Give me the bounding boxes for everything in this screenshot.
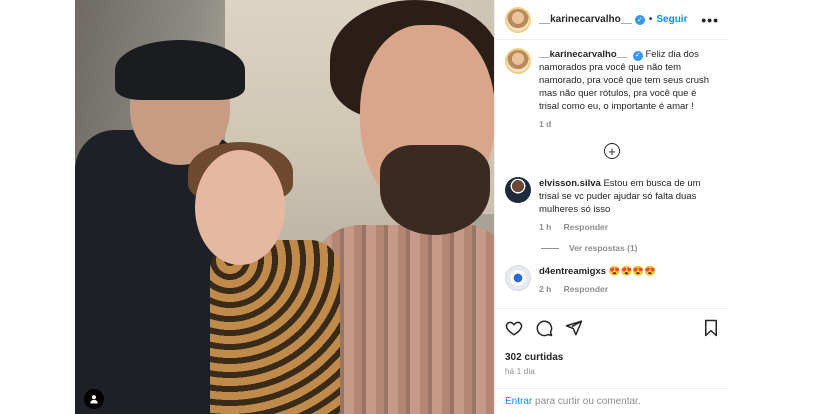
post-photo[interactable] [75, 0, 494, 414]
caption-avatar[interactable] [505, 48, 531, 74]
comment-age: 1 h [539, 222, 552, 232]
separator-dot: • [648, 14, 653, 25]
login-prompt: Entrar para curtir ou comentar. [495, 388, 729, 414]
reply-button[interactable]: Responder [564, 222, 608, 232]
caption-username[interactable]: __karinecarvalho__ [539, 49, 627, 60]
photo-beard [380, 145, 490, 235]
comment-username[interactable]: d4entreamigxs [539, 266, 606, 277]
verified-icon: ✓ [634, 14, 645, 25]
comment-meta: 1 h Responder [539, 221, 719, 234]
comment-item: elvisson.silva Estou em busca de um tris… [505, 177, 719, 234]
load-more-row: + [505, 143, 719, 159]
bookmark-icon[interactable] [703, 319, 719, 342]
instagram-post: __karinecarvalho__ ✓ • Seguir ••• __kari… [75, 0, 729, 414]
share-icon[interactable] [565, 319, 583, 342]
comment-item: d4entreamigxs 😍😍😍😍 2 h Responder [505, 265, 719, 296]
heart-icon[interactable] [505, 319, 523, 342]
more-icon[interactable]: ••• [701, 12, 719, 28]
comment-body: elvisson.silva Estou em busca de um tris… [539, 177, 719, 234]
login-prompt-text: para curtir ou comentar. [532, 396, 641, 407]
view-replies-button[interactable]: Ver respostas (1) [541, 242, 719, 255]
post-age: há 1 dia [505, 367, 536, 376]
comment-age: 2 h [539, 284, 552, 294]
photo-head-middle [195, 150, 285, 265]
post-sidebar: __karinecarvalho__ ✓ • Seguir ••• __kari… [494, 0, 729, 414]
comments-section: __karinecarvalho__ ✓ Feliz dia dos namor… [495, 40, 729, 308]
photo-hat [115, 40, 245, 100]
reply-button[interactable]: Responder [564, 284, 608, 294]
comment-icon[interactable] [535, 319, 553, 342]
commenter-avatar[interactable] [505, 265, 531, 291]
photo-person-middle [210, 240, 340, 414]
add-comment-icon[interactable]: + [604, 143, 620, 159]
action-icons [505, 319, 719, 342]
post-header: __karinecarvalho__ ✓ • Seguir ••• [495, 0, 729, 40]
author-avatar[interactable] [505, 6, 531, 33]
caption: __karinecarvalho__ ✓ Feliz dia dos namor… [505, 48, 719, 131]
comment-text: 😍😍😍😍 [608, 266, 657, 277]
comment-body: d4entreamigxs 😍😍😍😍 2 h Responder [539, 265, 656, 296]
comment-username[interactable]: elvisson.silva [539, 178, 601, 189]
likes-count[interactable]: 302 curtidas [505, 352, 719, 363]
author-username[interactable]: __karinecarvalho__ [539, 14, 632, 25]
view-replies-label: Ver respostas (1) [569, 243, 638, 253]
commenter-avatar[interactable] [505, 177, 531, 203]
user-tag-icon[interactable] [84, 389, 104, 409]
login-link[interactable]: Entrar [505, 396, 532, 407]
follow-button[interactable]: Seguir [656, 14, 687, 25]
comment-meta: 2 h Responder [539, 283, 656, 296]
caption-meta: 1 d [539, 118, 719, 131]
verified-icon: ✓ [632, 50, 643, 61]
caption-body: __karinecarvalho__ ✓ Feliz dia dos namor… [539, 48, 719, 131]
replies-line [541, 248, 559, 249]
post-actions: 302 curtidas há 1 dia [495, 308, 729, 380]
caption-age: 1 d [539, 119, 552, 129]
